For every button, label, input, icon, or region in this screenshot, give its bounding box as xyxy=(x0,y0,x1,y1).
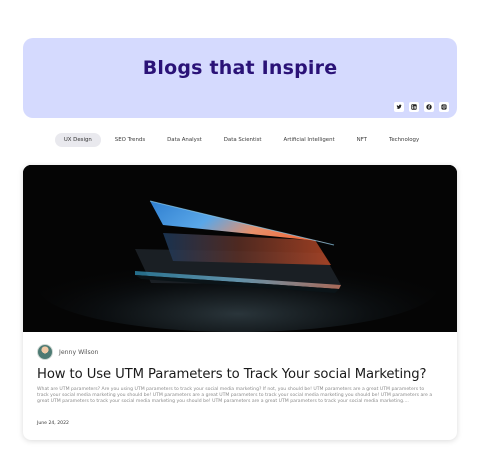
post-title[interactable]: How to Use UTM Parameters to Track Your … xyxy=(37,367,427,382)
author-name: Jenny Wilson xyxy=(59,348,99,356)
blog-post-card[interactable]: Jenny Wilson How to Use UTM Parameters t… xyxy=(23,165,457,440)
tab-nft[interactable]: NFT xyxy=(349,133,375,147)
post-author: Jenny Wilson xyxy=(37,344,98,360)
tab-seo-trends[interactable]: SEO Trends xyxy=(107,133,153,147)
category-tabs: UX Design SEO Trends Data Analyst Data S… xyxy=(0,133,480,147)
page-title: Blogs that Inspire xyxy=(142,57,338,79)
facebook-icon[interactable] xyxy=(424,102,434,112)
post-excerpt: What are UTM parameters? Are you using U… xyxy=(37,387,433,404)
tab-ux-design[interactable]: UX Design xyxy=(54,133,101,147)
tab-artificial-intelligent[interactable]: Artificial Intelligent xyxy=(276,133,343,147)
post-date: June 24, 2022 xyxy=(37,421,69,426)
instagram-icon[interactable] xyxy=(439,102,449,112)
tab-data-scientist[interactable]: Data Scientist xyxy=(216,133,270,147)
linkedin-icon[interactable] xyxy=(409,102,419,112)
avatar xyxy=(37,344,53,360)
tab-technology[interactable]: Technology xyxy=(381,133,427,147)
laptop-glow-image xyxy=(23,165,457,332)
tab-data-analyst[interactable]: Data Analyst xyxy=(159,133,210,147)
twitter-icon[interactable] xyxy=(394,102,404,112)
social-links xyxy=(394,102,449,112)
hero-banner: Blogs that Inspire xyxy=(23,38,457,118)
post-content: Jenny Wilson How to Use UTM Parameters t… xyxy=(23,332,457,440)
